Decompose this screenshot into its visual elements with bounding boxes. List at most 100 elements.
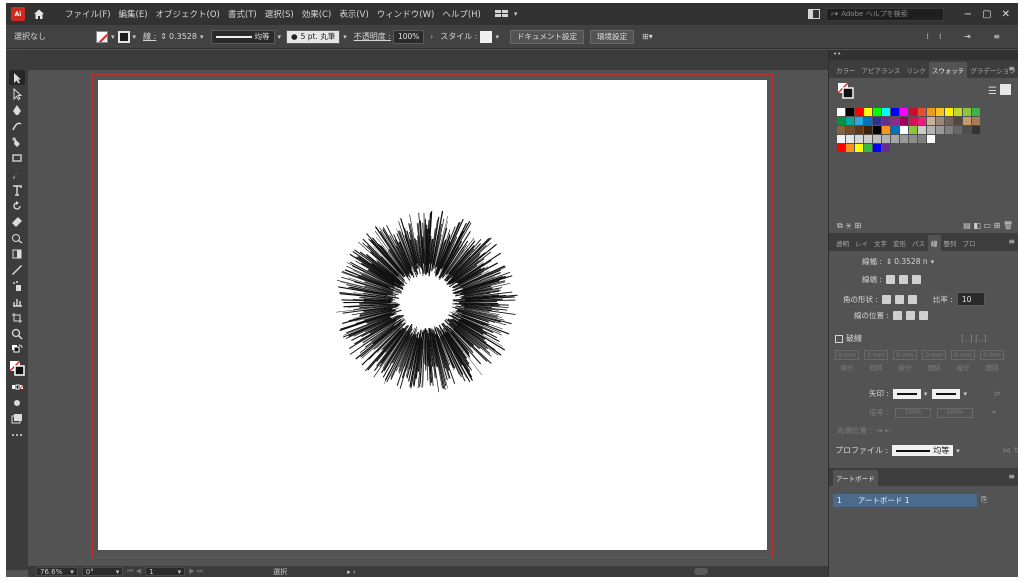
default-colors-icon[interactable] — [9, 342, 25, 357]
help-search-input[interactable]: ⌕▾ Adobe ヘルプを検索 — [825, 7, 944, 21]
panel-toggle-icon[interactable] — [807, 9, 820, 19]
swatch[interactable] — [900, 126, 908, 134]
selection-tool-icon[interactable] — [9, 70, 25, 85]
artboard-nav-next-icon[interactable]: ▶ ⏭ — [189, 567, 203, 576]
gradient-tool-icon[interactable] — [9, 246, 25, 261]
rotation-field[interactable]: 0° ▾ — [81, 567, 124, 576]
swatch[interactable] — [873, 126, 881, 134]
tab-0[interactable]: カラー — [833, 62, 859, 78]
dash-gap-input[interactable]: 0 mm — [922, 350, 946, 360]
shape-builder-tool-icon[interactable] — [9, 230, 25, 245]
swatch[interactable] — [864, 144, 872, 152]
align-outside-icon[interactable] — [918, 311, 928, 320]
menu-item[interactable]: 編集(E) — [115, 8, 152, 20]
variable-width-profile[interactable]: 均等 — [210, 29, 275, 44]
panel-menu-icon[interactable]: ≡ — [1008, 472, 1015, 481]
swatch[interactable] — [864, 135, 872, 143]
dash-align-icons[interactable]: [‥] [‥] — [961, 334, 987, 343]
zoom-tool-icon[interactable] — [9, 326, 25, 341]
swatch[interactable] — [837, 144, 845, 152]
eyedropper-tool-icon[interactable] — [9, 262, 25, 277]
menu-item[interactable]: ファイル(F) — [61, 8, 115, 20]
stroke-weight-value[interactable]: 0.3528 — [169, 32, 197, 41]
direct-selection-tool-icon[interactable] — [9, 86, 25, 101]
flip-profile-icons[interactable]: ⋈ ⇅ — [1003, 446, 1018, 455]
fill-swatch[interactable] — [96, 30, 108, 43]
swatch[interactable] — [963, 108, 971, 116]
swatch[interactable] — [882, 135, 890, 143]
chevron-down-icon[interactable]: ▾ — [963, 390, 967, 398]
stroke-weight-field[interactable]: 0.3528 n — [894, 257, 927, 266]
swatch[interactable] — [909, 126, 917, 134]
stroke-label[interactable]: 線 : — [143, 31, 156, 42]
workspace-layout-button[interactable]: ▾ — [494, 9, 521, 19]
opacity-label[interactable]: 不透明度 : — [354, 31, 391, 42]
tab-2[interactable]: 文字 — [871, 235, 890, 251]
swatch[interactable] — [900, 108, 908, 116]
butt-cap-icon[interactable] — [885, 275, 895, 284]
status-menu-icon[interactable]: ▸ ‹ — [347, 568, 356, 576]
opacity-field[interactable]: 100% — [392, 29, 425, 44]
tab-5[interactable]: 線 — [928, 235, 941, 251]
swatch[interactable] — [846, 117, 854, 125]
screen-mode-icon[interactable] — [9, 411, 25, 426]
add-anchor-tool-icon[interactable] — [9, 134, 25, 149]
swatch[interactable] — [918, 126, 926, 134]
stroke-swatch[interactable] — [117, 30, 130, 43]
fill-stroke-indicator-icon[interactable] — [837, 82, 855, 100]
swatch[interactable] — [891, 135, 899, 143]
swatch[interactable] — [918, 135, 926, 143]
horizontal-scrollbar[interactable] — [694, 568, 708, 575]
swatch[interactable] — [891, 117, 899, 125]
panel-options-icons[interactable]: ⁞⁞ ⇥ ≡ — [926, 32, 1010, 41]
swatch[interactable] — [972, 108, 980, 116]
brush-definition[interactable]: ● 5 pt. 丸筆 — [286, 29, 341, 44]
swatch[interactable] — [846, 126, 854, 134]
projecting-cap-icon[interactable] — [911, 275, 921, 284]
menu-item[interactable]: オブジェクト(O) — [152, 8, 224, 20]
swatch[interactable] — [909, 117, 917, 125]
tab-0[interactable]: 透明 — [833, 235, 852, 251]
swatch[interactable] — [882, 108, 890, 116]
restore-button[interactable]: ▢ — [982, 9, 991, 20]
zoom-field[interactable]: 76.6% ▾ — [36, 567, 78, 576]
swatch[interactable] — [954, 108, 962, 116]
swatch[interactable] — [945, 108, 953, 116]
pen-tool-icon[interactable] — [9, 102, 25, 117]
rotate-tool-icon[interactable] — [9, 198, 25, 213]
chevron-down-icon[interactable]: ▾ — [278, 33, 282, 41]
start-scale-field[interactable]: 100% — [894, 407, 931, 418]
swatch[interactable] — [855, 144, 863, 152]
tab-1[interactable]: レイ — [852, 235, 871, 251]
minimize-button[interactable]: − — [964, 9, 972, 20]
graphic-style-swatch[interactable] — [480, 30, 493, 43]
swatch[interactable] — [864, 117, 872, 125]
end-scale-field[interactable]: 100% — [936, 407, 973, 418]
curvature-tool-icon[interactable] — [9, 118, 25, 133]
panel-grip[interactable]: •• — [829, 50, 1018, 60]
link-scale-icon[interactable]: ⚭ — [991, 408, 997, 417]
swatch[interactable] — [855, 117, 863, 125]
swatch[interactable] — [891, 108, 899, 116]
swatch[interactable] — [855, 135, 863, 143]
swatch[interactable] — [918, 117, 926, 125]
miter-join-icon[interactable] — [881, 294, 891, 304]
width-profile-select[interactable]: 均等 — [892, 445, 954, 456]
arrow-align-icons[interactable]: ⇥ ⇤ — [876, 426, 891, 435]
menu-item[interactable]: ヘルプ(H) — [438, 8, 485, 20]
panel-menu-icon[interactable]: ≡ — [1008, 237, 1015, 246]
chevron-right-icon[interactable]: › — [430, 33, 433, 41]
swatch[interactable] — [900, 117, 908, 125]
swatch[interactable] — [918, 108, 926, 116]
swatch-actions-icon[interactable]: ▤ ◧ ▭ ⊞ 🗑 — [963, 221, 1013, 231]
symbol-sprayer-tool-icon[interactable] — [9, 278, 25, 293]
close-button[interactable]: ✕ — [1002, 9, 1010, 20]
swatch[interactable] — [846, 135, 854, 143]
swatch[interactable] — [837, 117, 845, 125]
swatch[interactable] — [936, 117, 944, 125]
list-view-icon[interactable]: ☰ — [988, 86, 997, 97]
chevron-down-icon[interactable]: ▾ — [343, 33, 347, 41]
swatch-libraries-icon[interactable]: ⧉ ⚹ ⊞ — [837, 221, 861, 231]
swatch[interactable] — [972, 126, 980, 134]
more-tools-icon[interactable] — [9, 427, 25, 442]
